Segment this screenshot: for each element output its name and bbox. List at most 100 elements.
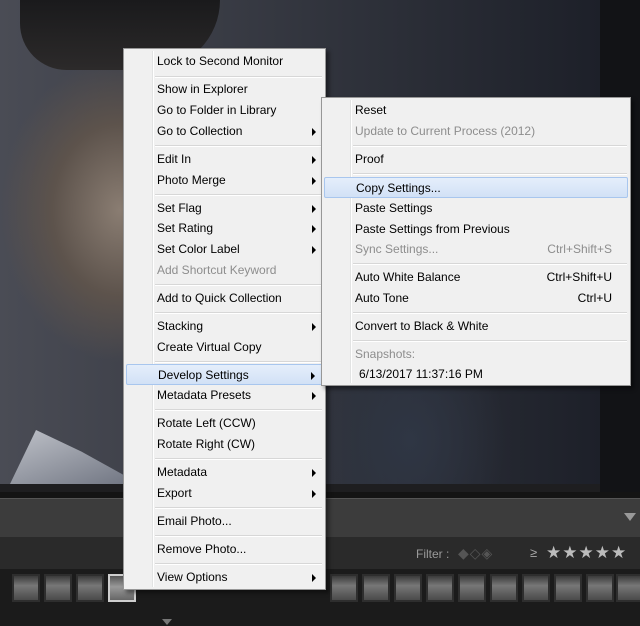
menu-item-label: Export <box>157 486 192 500</box>
menu-item-rotate-right[interactable]: Rotate Right (CW) <box>126 434 323 455</box>
filmstrip-thumbnail[interactable] <box>44 574 72 602</box>
menu-separator <box>155 535 322 537</box>
menu-item-photo-merge[interactable]: Photo Merge <box>126 170 323 191</box>
shortcut-label: Ctrl+Shift+U <box>546 270 612 284</box>
menu-item-develop-settings[interactable]: Develop Settings <box>126 364 323 385</box>
menu-item-label: Auto Tone <box>355 291 409 305</box>
menu-item-label: Metadata Presets <box>157 388 252 402</box>
menu-item-label: Add to Quick Collection <box>157 291 282 305</box>
chevron-right-icon <box>312 177 316 185</box>
filmstrip-thumbnail[interactable] <box>522 574 550 602</box>
chevron-right-icon <box>312 128 316 136</box>
flag-filter-icon[interactable]: ◆◇◈ <box>458 545 493 562</box>
filmstrip-scroll-arrow-icon[interactable] <box>162 619 172 625</box>
filmstrip-thumbnail[interactable] <box>586 574 614 602</box>
menu-item-export[interactable]: Export <box>126 483 323 504</box>
menu-item-snapshot[interactable]: 6/13/2017 11:37:16 PM <box>324 364 628 385</box>
menu-item-label: Go to Collection <box>157 124 243 138</box>
menu-item-auto-white-balance[interactable]: Auto White Balance Ctrl+Shift+U <box>324 267 628 288</box>
menu-separator <box>155 563 322 565</box>
filmstrip-thumbnail[interactable] <box>12 574 40 602</box>
menu-item-add-quick-collection[interactable]: Add to Quick Collection <box>126 288 323 309</box>
filter-label: Filter : <box>416 547 450 561</box>
menu-item-label: Rotate Left (CCW) <box>157 416 256 430</box>
menu-separator <box>155 361 322 363</box>
menu-item-label: Proof <box>355 152 384 166</box>
menu-item-paste-from-previous[interactable]: Paste Settings from Previous <box>324 219 628 240</box>
menu-item-label: Auto White Balance <box>355 270 461 284</box>
menu-item-go-to-folder[interactable]: Go to Folder in Library <box>126 100 323 121</box>
filmstrip-thumbnail[interactable] <box>330 574 358 602</box>
chevron-right-icon <box>312 225 316 233</box>
menu-item-auto-tone[interactable]: Auto Tone Ctrl+U <box>324 288 628 309</box>
menu-item-copy-settings[interactable]: Copy Settings... <box>324 177 628 198</box>
menu-item-label: Add Shortcut Keyword <box>157 263 277 277</box>
menu-item-stacking[interactable]: Stacking <box>126 316 323 337</box>
menu-item-label: Remove Photo... <box>157 542 247 556</box>
filmstrip-thumbnail[interactable] <box>554 574 582 602</box>
photo-detail-collar <box>10 430 140 484</box>
menu-item-metadata[interactable]: Metadata <box>126 462 323 483</box>
menu-item-set-flag[interactable]: Set Flag <box>126 198 323 219</box>
menu-separator <box>353 145 627 147</box>
menu-item-view-options[interactable]: View Options <box>126 567 323 588</box>
menu-separator <box>353 173 627 175</box>
filmstrip-thumbnail[interactable] <box>362 574 390 602</box>
menu-item-paste-settings[interactable]: Paste Settings <box>324 198 628 219</box>
menu-separator <box>353 263 627 265</box>
filmstrip-thumbnail[interactable] <box>458 574 486 602</box>
menu-separator <box>155 409 322 411</box>
menu-item-convert-bw[interactable]: Convert to Black & White <box>324 316 628 337</box>
menu-item-label: Email Photo... <box>157 514 232 528</box>
star-rating-filter-icon[interactable]: ★★★★★ <box>546 543 627 563</box>
menu-separator <box>155 507 322 509</box>
menu-item-label: Edit In <box>157 152 192 166</box>
menu-item-label: 6/13/2017 11:37:16 PM <box>359 367 483 381</box>
filmstrip-thumbnail[interactable] <box>616 574 640 602</box>
toolbar-menu-arrow-icon[interactable] <box>624 513 636 521</box>
menu-separator <box>155 284 322 286</box>
chevron-right-icon <box>311 372 315 380</box>
menu-item-reset[interactable]: Reset <box>324 100 628 121</box>
filmstrip-thumbnail[interactable] <box>490 574 518 602</box>
menu-item-label: Show in Explorer <box>157 82 248 96</box>
menu-item-update-process: Update to Current Process (2012) <box>324 121 628 142</box>
filmstrip-thumbnail[interactable] <box>394 574 422 602</box>
filmstrip-thumbnail[interactable] <box>76 574 104 602</box>
menu-item-lock-second-monitor[interactable]: Lock to Second Monitor <box>126 51 323 72</box>
menu-item-label: Update to Current Process (2012) <box>355 124 536 138</box>
menu-separator <box>155 312 322 314</box>
menu-item-label: View Options <box>157 570 228 584</box>
menu-item-edit-in[interactable]: Edit In <box>126 149 323 170</box>
menu-item-email-photo[interactable]: Email Photo... <box>126 511 323 532</box>
filmstrip-thumbnail[interactable] <box>426 574 454 602</box>
menu-item-label: Convert to Black & White <box>355 319 489 333</box>
menu-item-set-rating[interactable]: Set Rating <box>126 218 323 239</box>
develop-settings-submenu: Reset Update to Current Process (2012) P… <box>321 97 631 386</box>
menu-item-label: Snapshots: <box>355 347 416 361</box>
menu-item-show-in-explorer[interactable]: Show in Explorer <box>126 79 323 100</box>
menu-item-rotate-left[interactable]: Rotate Left (CCW) <box>126 413 323 434</box>
chevron-right-icon <box>312 246 316 254</box>
menu-separator <box>353 312 627 314</box>
menu-item-remove-photo[interactable]: Remove Photo... <box>126 539 323 560</box>
menu-item-add-shortcut-keyword: Add Shortcut Keyword <box>126 260 323 281</box>
menu-separator <box>155 145 322 147</box>
menu-item-go-to-collection[interactable]: Go to Collection <box>126 121 323 142</box>
snapshots-header: Snapshots: <box>324 344 628 365</box>
menu-item-label: Copy Settings... <box>356 181 441 195</box>
chevron-right-icon <box>312 205 316 213</box>
rating-comparator-icon[interactable]: ≥ <box>530 545 537 560</box>
menu-item-create-virtual-copy[interactable]: Create Virtual Copy <box>126 337 323 358</box>
menu-item-proof[interactable]: Proof <box>324 149 628 170</box>
menu-item-label: Set Rating <box>157 221 214 235</box>
chevron-right-icon <box>312 323 316 331</box>
menu-item-label: Paste Settings <box>355 201 433 215</box>
chevron-right-icon <box>312 156 316 164</box>
menu-item-label: Go to Folder in Library <box>157 103 277 117</box>
menu-item-label: Reset <box>355 103 387 117</box>
menu-item-set-color-label[interactable]: Set Color Label <box>126 239 323 260</box>
menu-item-metadata-presets[interactable]: Metadata Presets <box>126 385 323 406</box>
chevron-right-icon <box>312 392 316 400</box>
menu-separator <box>353 340 627 342</box>
